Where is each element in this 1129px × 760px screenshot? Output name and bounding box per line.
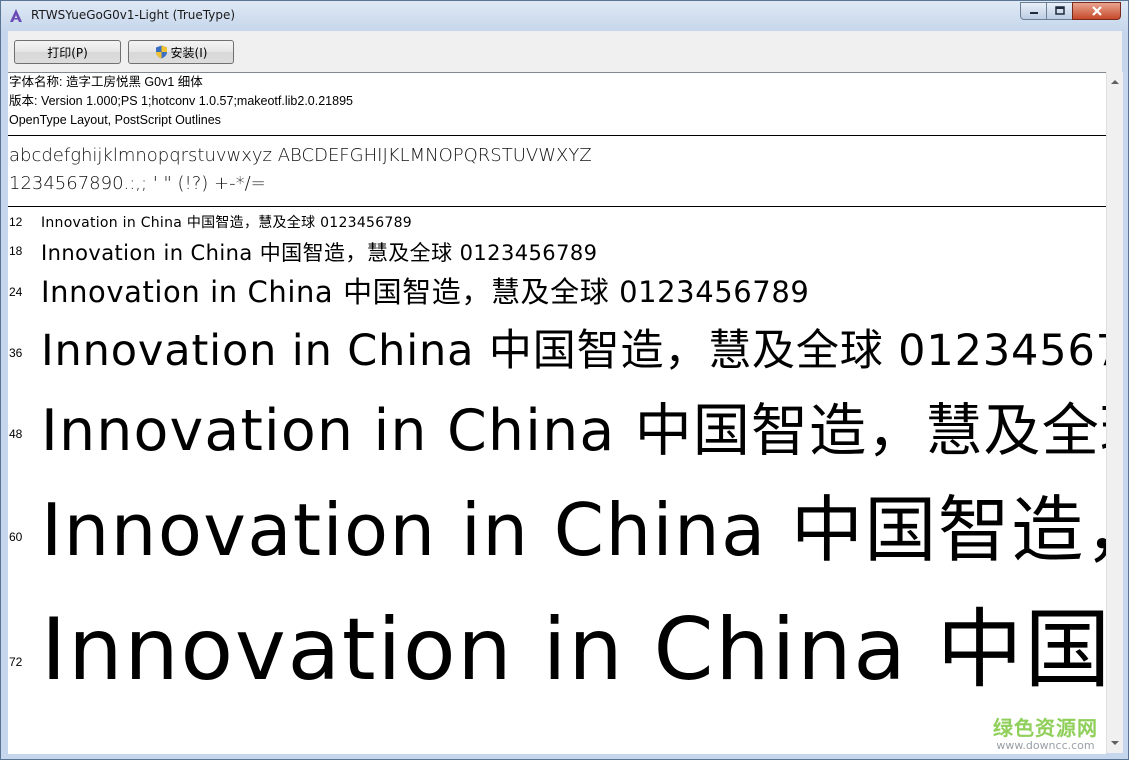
maximize-button[interactable] [1046,2,1073,20]
charset-digits: 1234567890.:,; ' " (!?) +-*/= [9,173,266,194]
close-icon [1091,6,1102,16]
print-button[interactable]: 打印(P) [14,40,121,64]
vertical-scrollbar[interactable] [1106,72,1123,753]
font-viewer-window: RTWSYueGoG0v1-Light (TrueType) 打印(P) 安装(… [0,0,1129,760]
font-name-line: 字体名称: 造字工房悦黑 G0v1 细体 [9,75,203,89]
close-button[interactable] [1072,2,1121,20]
font-type-line: OpenType Layout, PostScript Outlines [9,113,221,127]
font-viewer-icon [10,9,22,22]
sample-line: Innovation in China 中国智造，慧及全球 0123456789 [41,326,1106,376]
sample-size-label: 36 [9,346,23,360]
print-button-label: 打印(P) [47,45,88,60]
divider [8,206,1106,207]
font-version-line: 版本: Version 1.000;PS 1;hotconv 1.0.57;ma… [9,94,353,108]
title-bar[interactable]: RTWSYueGoG0v1-Light (TrueType) [1,1,1128,31]
install-button-label: 安装(I) [170,45,208,60]
toolbar: 打印(P) 安装(I) [8,31,1122,72]
sample-line: Innovation in China 中国智造，慧及全球 0123456789 [41,488,1106,572]
sample-size-label: 24 [9,285,23,299]
minimize-button[interactable] [1020,2,1047,20]
sample-size-label: 72 [9,655,23,669]
sample-size-label: 48 [9,427,23,441]
sample-size-label: 18 [9,244,23,258]
watermark-url: www.downcc.com [996,739,1095,752]
scroll-up-arrow-icon[interactable] [1107,74,1123,90]
watermark: 绿色资源网 www.downcc.com [993,712,1098,752]
font-preview-pane: 字体名称: 造字工房悦黑 G0v1 细体 版本: Version 1.000;P… [8,72,1106,754]
window-title: RTWSYueGoG0v1-Light (TrueType) [31,8,236,22]
uac-shield-icon [155,45,167,59]
sample-size-label: 60 [9,530,23,544]
scroll-down-arrow-icon[interactable] [1107,735,1123,751]
install-button[interactable]: 安装(I) [128,40,234,64]
font-info-block: 字体名称: 造字工房悦黑 G0v1 细体 版本: Version 1.000;P… [9,73,353,130]
watermark-main-text: 绿色资源网 [993,716,1098,740]
sample-line: Innovation in China 中国智造，慧及全球 0123456789 [41,241,598,265]
charset-letters: abcdefghijklmnopqrstuvwxyz ABCDEFGHIJKLM… [9,145,592,166]
sample-line: Innovation in China 中国智造，慧及全球 0123456789 [41,215,412,231]
sample-line: Innovation in China 中国智造，慧及全球 0123456789 [41,275,810,309]
sample-line: Innovation in China 中国智造，慧及全球 0123456789 [41,398,1106,464]
divider [8,135,1106,136]
sample-size-label: 12 [9,215,23,229]
maximize-icon [1054,6,1065,15]
minimize-icon [1029,12,1038,14]
sample-line: Innovation in China 中国智造，慧及全球 0123456789 [41,600,1106,700]
